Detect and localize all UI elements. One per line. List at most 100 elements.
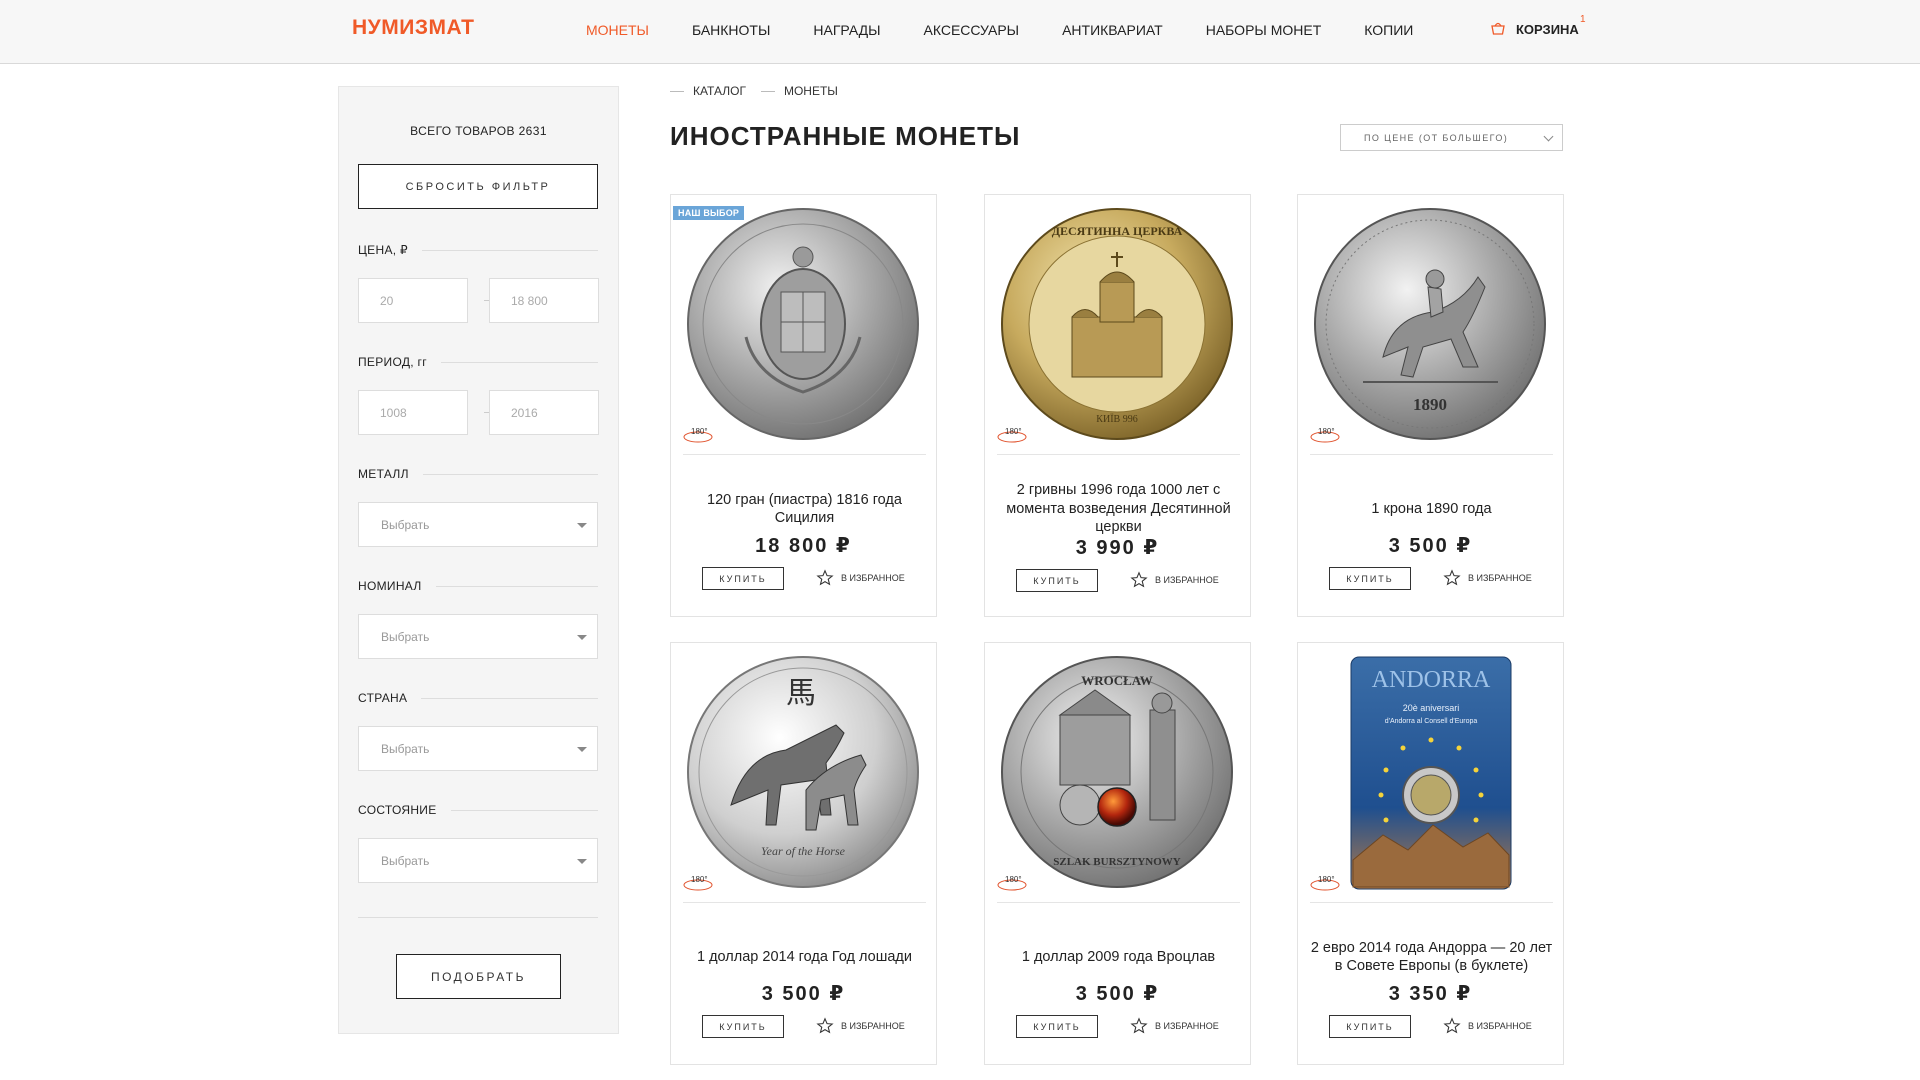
sort-select[interactable]: ПО ЦЕНЕ (ОТ БОЛЬШЕГО): [1340, 124, 1563, 151]
svg-text:馬: 馬: [786, 676, 816, 711]
svg-text:КИЇВ 996: КИЇВ 996: [1096, 413, 1137, 425]
star-icon: [1443, 569, 1461, 586]
coin-image[interactable]: WROCŁAW SZLAK BURSZTYNOWY: [1000, 655, 1235, 890]
svg-text:SZLAK BURSZTYNOWY: SZLAK BURSZTYNOWY: [1053, 856, 1181, 868]
buy-button[interactable]: КУПИТЬ: [1329, 567, 1411, 590]
buy-button[interactable]: КУПИТЬ: [1016, 569, 1098, 592]
product-title[interactable]: 1 доллар 2014 года Год лошади: [681, 927, 928, 987]
apply-filter-button[interactable]: ПОДОБРАТЬ: [396, 954, 561, 999]
coin-image[interactable]: ДЕСЯТИННА ЦЕРКВА КИЇВ 996: [1000, 207, 1235, 442]
star-icon: [816, 1017, 834, 1034]
caret-down-icon: [577, 747, 587, 752]
add-to-favorites[interactable]: В ИЗБРАННОЕ: [1130, 571, 1219, 589]
star-icon: [816, 569, 834, 586]
page-title: ИНОСТРАННЫЕ МОНЕТЫ: [670, 121, 1021, 151]
product-price: 3 350 ₽: [1388, 983, 1473, 1005]
period-from-input[interactable]: 1008: [358, 390, 468, 435]
add-to-favorites[interactable]: В ИЗБРАННОЕ: [1443, 569, 1532, 587]
svg-text:180°: 180°: [1005, 875, 1022, 884]
caret-down-icon: [577, 523, 587, 528]
product-title[interactable]: 2 гривны 1996 года 1000 лет с момента во…: [995, 479, 1242, 539]
svg-text:ANDORRA: ANDORRA: [1372, 667, 1491, 693]
buy-button[interactable]: КУПИТЬ: [1016, 1015, 1098, 1038]
nav-antiques[interactable]: АНТИКВАРИАТ: [1062, 22, 1163, 38]
product-title[interactable]: 2 евро 2014 года Андорра — 20 лет в Сове…: [1308, 927, 1555, 987]
metal-select[interactable]: Выбрать: [358, 502, 598, 547]
filter-title-metal: МЕТАЛЛ: [358, 467, 598, 481]
nav-accessories[interactable]: АКСЕССУАРЫ: [924, 22, 1020, 38]
total-products: ВСЕГО ТОВАРОВ 2631: [410, 124, 547, 138]
svg-text:d'Andorra al Consell d'Europa: d'Andorra al Consell d'Europa: [1385, 718, 1478, 725]
period-to-input[interactable]: 2016: [489, 390, 599, 435]
svg-text:ДЕСЯТИННА ЦЕРКВА: ДЕСЯТИННА ЦЕРКВА: [1052, 224, 1183, 238]
product-price: 18 800 ₽: [755, 535, 852, 557]
product-price: 3 500 ₽: [761, 983, 846, 1005]
product-title[interactable]: 1 доллар 2009 года Вроцлав: [995, 927, 1242, 987]
rotate-180-icon[interactable]: 180°: [996, 872, 1028, 892]
rotate-180-icon[interactable]: 180°: [682, 424, 714, 444]
svg-text:20è aniversari: 20è aniversari: [1403, 703, 1460, 713]
filter-title-nominal: НОМИНАЛ: [358, 579, 598, 593]
coin-image[interactable]: ANDORRA 20è aniversari d'Andorra al Cons…: [1313, 655, 1548, 890]
product-price: 3 500 ₽: [1075, 983, 1160, 1005]
price-from-input[interactable]: 20: [358, 278, 468, 323]
svg-text:1890: 1890: [1413, 395, 1447, 414]
svg-text:Year of the Horse: Year of the Horse: [761, 844, 846, 858]
rotate-180-icon[interactable]: 180°: [682, 872, 714, 892]
product-card[interactable]: ANDORRA 20è aniversari d'Andorra al Cons…: [1297, 642, 1564, 1065]
nav-awards[interactable]: НАГРАДЫ: [813, 22, 880, 38]
condition-select[interactable]: Выбрать: [358, 838, 598, 883]
buy-button[interactable]: КУПИТЬ: [1329, 1015, 1411, 1038]
breadcrumb-catalog[interactable]: КАТАЛОГ: [693, 84, 746, 98]
chevron-down-icon: [1543, 131, 1554, 142]
nav-coins[interactable]: МОНЕТЫ: [586, 22, 649, 38]
product-card[interactable]: WROCŁAW SZLAK BURSZTYNOWY 180° 1 доллар …: [984, 642, 1251, 1065]
add-to-favorites[interactable]: В ИЗБРАННОЕ: [1443, 1017, 1532, 1035]
add-to-favorites[interactable]: В ИЗБРАННОЕ: [816, 1017, 905, 1035]
product-card[interactable]: ДЕСЯТИННА ЦЕРКВА КИЇВ 996 180° 2 гривны …: [984, 194, 1251, 617]
add-to-favorites[interactable]: В ИЗБРАННОЕ: [1130, 1017, 1219, 1035]
rotate-180-icon[interactable]: 180°: [1309, 872, 1341, 892]
price-to-input[interactable]: 18 800: [489, 278, 599, 323]
basket-icon: [1491, 22, 1505, 35]
rotate-180-icon[interactable]: 180°: [996, 424, 1028, 444]
nav-copies[interactable]: КОПИИ: [1364, 22, 1413, 38]
svg-text:180°: 180°: [1318, 427, 1335, 436]
caret-down-icon: [577, 635, 587, 640]
nav-coin-sets[interactable]: НАБОРЫ МОНЕТ: [1206, 22, 1322, 38]
product-card[interactable]: 1890 180° 1 крона 1890 года 3 500 ₽ КУПИ…: [1297, 194, 1564, 617]
product-card[interactable]: НАШ ВЫБОР 180° 120 гран (пиастра) 1816 г…: [670, 194, 937, 617]
product-title[interactable]: 120 гран (пиастра) 1816 года Сицилия: [681, 479, 928, 539]
svg-text:180°: 180°: [691, 427, 708, 436]
divider: [358, 917, 598, 918]
nav-banknotes[interactable]: БАНКНОТЫ: [692, 22, 770, 38]
product-title[interactable]: 1 крона 1890 года: [1308, 479, 1555, 539]
coin-image[interactable]: [686, 207, 921, 442]
rotate-180-icon[interactable]: 180°: [1309, 424, 1341, 444]
site-header: НУМИЗМАТ МОНЕТЫ БАНКНОТЫ НАГРАДЫ АКСЕССУ…: [0, 0, 1920, 64]
filter-title-period: ПЕРИОД, гг: [358, 355, 598, 369]
svg-text:180°: 180°: [1005, 427, 1022, 436]
coin-image[interactable]: 馬 Year of the Horse: [686, 655, 921, 890]
product-price: 3 500 ₽: [1388, 535, 1473, 557]
add-to-favorites[interactable]: В ИЗБРАННОЕ: [816, 569, 905, 587]
nominal-select[interactable]: Выбрать: [358, 614, 598, 659]
cart-label: КОРЗИНА: [1516, 21, 1579, 37]
product-card[interactable]: 馬 Year of the Horse 180° 1 доллар 2014 г…: [670, 642, 937, 1065]
coin-image[interactable]: 1890: [1313, 207, 1548, 442]
our-choice-badge: НАШ ВЫБОР: [673, 206, 745, 220]
svg-text:180°: 180°: [1318, 875, 1335, 884]
cart-link[interactable]: КОРЗИНА 1: [1490, 14, 1586, 37]
svg-text:WROCŁAW: WROCŁAW: [1081, 673, 1153, 688]
country-select[interactable]: Выбрать: [358, 726, 598, 771]
reset-filter-button[interactable]: СБРОСИТЬ ФИЛЬТР: [358, 164, 598, 209]
buy-button[interactable]: КУПИТЬ: [702, 567, 784, 590]
filter-sidebar: ВСЕГО ТОВАРОВ 2631 СБРОСИТЬ ФИЛЬТР ЦЕНА,…: [338, 86, 619, 1034]
star-icon: [1130, 571, 1148, 588]
star-icon: [1130, 1017, 1148, 1034]
breadcrumb-coins: МОНЕТЫ: [783, 84, 838, 98]
filter-title-price: ЦЕНА, ₽: [358, 243, 598, 257]
site-logo[interactable]: НУМИЗМАТ: [352, 16, 474, 40]
buy-button[interactable]: КУПИТЬ: [702, 1015, 784, 1038]
main-nav: МОНЕТЫ БАНКНОТЫ НАГРАДЫ АКСЕССУАРЫ АНТИК…: [586, 22, 1456, 38]
